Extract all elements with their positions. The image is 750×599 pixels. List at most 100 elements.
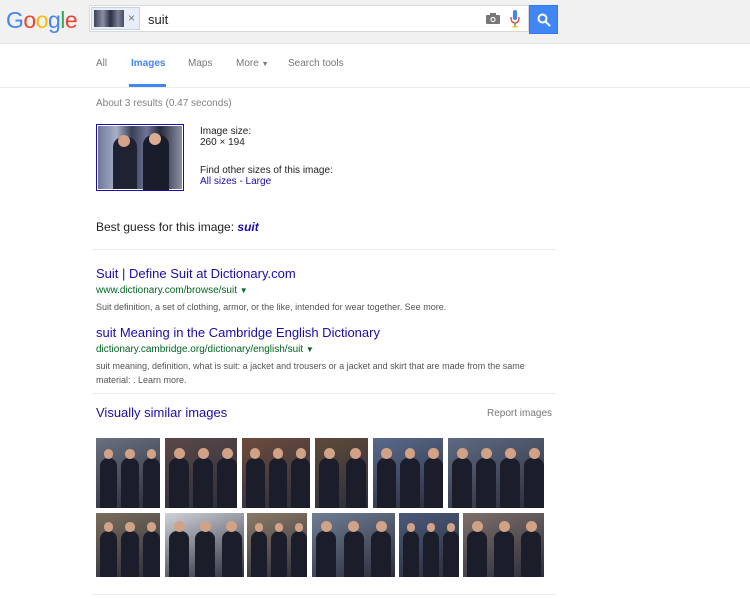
search-result: Suit | Define Suit at Dictionary.com www… <box>96 266 446 314</box>
person-figure <box>377 457 397 508</box>
search-button[interactable] <box>529 5 558 34</box>
active-tab-indicator <box>129 84 166 87</box>
person-head <box>118 135 130 147</box>
person-figure <box>400 457 420 508</box>
person-figure <box>193 457 213 508</box>
image-meta: Image size: 260 × 194 Find other sizes o… <box>200 126 333 187</box>
similar-image-thumbnail[interactable] <box>242 438 310 508</box>
result-url-text: dictionary.cambridge.org/dictionary/engl… <box>96 344 304 355</box>
tab-more[interactable]: More ▼ <box>236 58 269 69</box>
query-image-chip[interactable]: × <box>91 7 140 30</box>
person-figure <box>169 530 189 577</box>
person-figure <box>403 530 419 577</box>
image-background <box>98 126 182 189</box>
person-head <box>125 522 135 532</box>
person-head <box>350 447 361 459</box>
person-head <box>498 521 510 533</box>
person-head <box>381 448 392 459</box>
result-stats: About 3 results (0.47 seconds) <box>96 98 232 109</box>
person-figure <box>467 530 487 577</box>
url-dropdown-icon[interactable]: ▼ <box>240 286 248 295</box>
similar-image-thumbnail[interactable] <box>165 513 244 577</box>
person-figure <box>494 530 514 577</box>
person-figure <box>100 457 118 508</box>
person-head <box>197 447 209 459</box>
search-tabs: All Images Maps More ▼ Search tools <box>0 43 750 88</box>
person-figure <box>500 457 520 508</box>
person-head <box>173 447 185 459</box>
person-figure <box>142 530 160 577</box>
size-links[interactable]: All sizes - Large <box>200 176 333 187</box>
person-figure <box>423 530 439 577</box>
remove-image-icon[interactable]: × <box>128 11 135 25</box>
result-snippet: suit meaning, definition, what is suit: … <box>96 361 525 385</box>
person-head <box>146 522 157 532</box>
similar-images-title[interactable]: Visually similar images <box>96 405 227 420</box>
similar-image-thumbnail[interactable] <box>463 513 544 577</box>
search-result: suit Meaning in the Cambridge English Di… <box>96 325 546 387</box>
result-url: www.dictionary.com/browse/suit ▼ <box>96 285 446 296</box>
person-figure <box>251 530 267 577</box>
best-guess-link[interactable]: suit <box>237 220 258 234</box>
query-image[interactable] <box>96 124 184 191</box>
similar-image-thumbnail[interactable] <box>373 438 443 508</box>
person-head <box>199 521 211 533</box>
best-guess: Best guess for this image: suit <box>96 220 259 234</box>
person-head <box>375 521 387 533</box>
result-title[interactable]: suit Meaning in the Cambridge English Di… <box>96 325 546 340</box>
person-head <box>274 523 284 532</box>
result-title[interactable]: Suit | Define Suit at Dictionary.com <box>96 266 446 281</box>
report-images-link[interactable]: Report images <box>487 408 552 419</box>
person-head <box>426 523 436 532</box>
person-head <box>173 521 185 533</box>
microphone-icon[interactable] <box>510 10 520 28</box>
similar-image-thumbnail[interactable] <box>315 438 368 508</box>
person-head <box>272 448 284 459</box>
person-figure <box>221 530 242 577</box>
person-head <box>471 521 483 533</box>
similar-image-thumbnail[interactable] <box>96 513 160 577</box>
tab-more-label: More <box>236 58 259 69</box>
tab-images[interactable]: Images <box>131 58 165 69</box>
person-head <box>103 449 114 459</box>
tab-search-tools[interactable]: Search tools <box>288 58 344 69</box>
person-head <box>254 523 264 532</box>
similar-image-thumbnail[interactable] <box>448 438 544 508</box>
top-bar: Google × suit <box>0 0 750 44</box>
person-figure <box>217 457 237 508</box>
google-logo[interactable]: Google <box>6 7 78 34</box>
person-head <box>528 447 540 459</box>
person-head <box>320 521 332 533</box>
similar-image-thumbnail[interactable] <box>399 513 459 577</box>
person-head <box>404 448 416 459</box>
camera-icon[interactable] <box>486 13 500 24</box>
chevron-down-icon: ▼ <box>261 61 269 68</box>
similar-image-thumbnail[interactable] <box>165 438 237 508</box>
search-box[interactable]: × suit <box>89 5 529 32</box>
divider <box>92 393 556 394</box>
person-head <box>323 447 335 459</box>
best-guess-label: Best guess for this image: <box>96 220 235 234</box>
url-dropdown-icon[interactable]: ▼ <box>306 345 314 354</box>
tab-maps[interactable]: Maps <box>188 58 212 69</box>
person-figure <box>345 457 366 508</box>
person-figure <box>521 530 541 577</box>
person-head <box>525 521 537 533</box>
tab-all[interactable]: All <box>96 58 107 69</box>
person-figure <box>316 530 336 577</box>
person-head <box>294 523 304 532</box>
similar-image-thumbnail[interactable] <box>312 513 395 577</box>
person-figure <box>142 457 160 508</box>
query-image-thumbnail <box>94 10 124 27</box>
similar-image-thumbnail[interactable] <box>96 438 160 508</box>
result-url-text: www.dictionary.com/browse/suit <box>96 285 237 296</box>
search-input[interactable]: suit <box>148 12 168 27</box>
divider <box>92 249 556 250</box>
result-snippet: Suit definition, a set of clothing, armo… <box>96 302 447 312</box>
similar-image-thumbnail[interactable] <box>247 513 307 577</box>
person-figure <box>423 457 443 508</box>
person-figure <box>268 457 288 508</box>
person-figure <box>452 457 472 508</box>
person-head <box>480 447 492 459</box>
person-figure <box>524 457 544 508</box>
